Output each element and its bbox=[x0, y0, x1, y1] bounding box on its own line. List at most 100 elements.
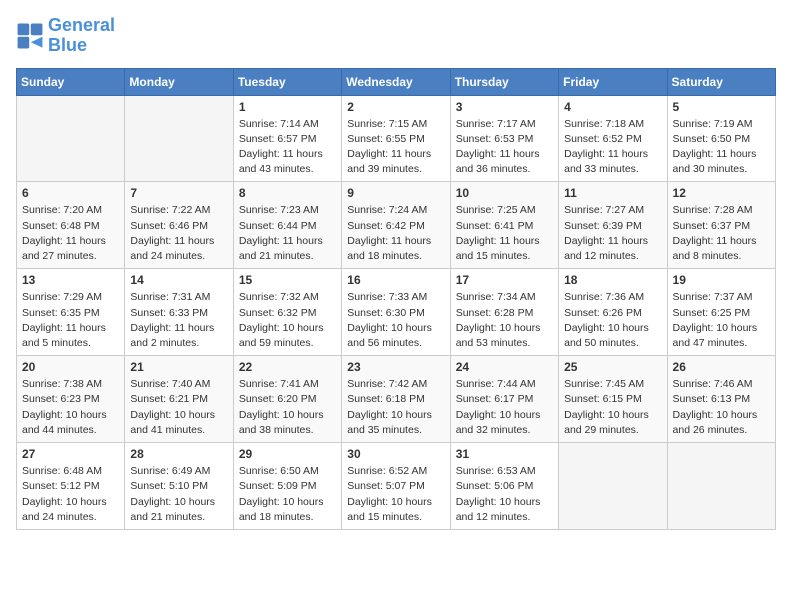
calendar-cell: 15Sunrise: 7:32 AM Sunset: 6:32 PM Dayli… bbox=[233, 269, 341, 356]
day-info: Sunrise: 7:44 AM Sunset: 6:17 PM Dayligh… bbox=[456, 377, 553, 438]
calendar-cell: 19 Sunrise: 7:37 AM Sunset: 6:25 PM Dayli… bbox=[667, 269, 775, 356]
day-info: Sunrise: 7:28 AM Sunset: 6:37 PM Dayligh… bbox=[673, 203, 770, 264]
day-number: 31 bbox=[456, 447, 553, 461]
calendar-cell bbox=[125, 95, 233, 182]
calendar-cell: 24 Sunrise: 7:44 AM Sunset: 6:17 PM Dayli… bbox=[450, 356, 558, 443]
day-of-week-header: Saturday bbox=[667, 68, 775, 95]
calendar-cell: 16Sunrise: 7:33 AM Sunset: 6:30 PM Dayli… bbox=[342, 269, 450, 356]
day-info: Sunrise: 7:22 AM Sunset: 6:46 PM Dayligh… bbox=[130, 203, 227, 264]
calendar-cell: 4 Sunrise: 7:18 AM Sunset: 6:52 PM Daylig… bbox=[559, 95, 667, 182]
day-number: 21 bbox=[130, 360, 227, 374]
logo-text: General bbox=[48, 16, 115, 36]
day-info: Sunrise: 7:27 AM Sunset: 6:39 PM Dayligh… bbox=[564, 203, 661, 264]
day-info: Sunrise: 7:18 AM Sunset: 6:52 PM Dayligh… bbox=[564, 117, 661, 178]
day-number: 17 bbox=[456, 273, 553, 287]
day-info: Sunrise: 7:29 AM Sunset: 6:35 PM Dayligh… bbox=[22, 290, 119, 351]
day-number: 22 bbox=[239, 360, 336, 374]
day-info: Sunrise: 6:50 AM Sunset: 5:09 PM Dayligh… bbox=[239, 464, 336, 525]
day-number: 2 bbox=[347, 100, 444, 114]
calendar-cell: 26 Sunrise: 7:46 AM Sunset: 6:13 PM Dayli… bbox=[667, 356, 775, 443]
day-of-week-header: Friday bbox=[559, 68, 667, 95]
day-info: Sunrise: 7:40 AM Sunset: 6:21 PM Dayligh… bbox=[130, 377, 227, 438]
calendar-cell: 8Sunrise: 7:23 AM Sunset: 6:44 PM Daylig… bbox=[233, 182, 341, 269]
page-header: General Blue bbox=[16, 16, 776, 56]
day-info: Sunrise: 7:15 AM Sunset: 6:55 PM Dayligh… bbox=[347, 117, 444, 178]
logo: General Blue bbox=[16, 16, 115, 56]
day-number: 3 bbox=[456, 100, 553, 114]
day-number: 6 bbox=[22, 186, 119, 200]
day-number: 28 bbox=[130, 447, 227, 461]
day-number: 12 bbox=[673, 186, 770, 200]
calendar-cell: 22 Sunrise: 7:41 AM Sunset: 6:20 PM Dayli… bbox=[233, 356, 341, 443]
day-info: Sunrise: 7:34 AM Sunset: 6:28 PM Dayligh… bbox=[456, 290, 553, 351]
day-info: Sunrise: 6:53 AM Sunset: 5:06 PM Dayligh… bbox=[456, 464, 553, 525]
calendar-cell bbox=[17, 95, 125, 182]
day-info: Sunrise: 7:46 AM Sunset: 6:13 PM Dayligh… bbox=[673, 377, 770, 438]
calendar-cell: 18 Sunrise: 7:36 AM Sunset: 6:26 PM Dayli… bbox=[559, 269, 667, 356]
calendar-cell: 27Sunrise: 6:48 AM Sunset: 5:12 PM Dayli… bbox=[17, 443, 125, 530]
day-info: Sunrise: 7:24 AM Sunset: 6:42 PM Dayligh… bbox=[347, 203, 444, 264]
day-info: Sunrise: 7:17 AM Sunset: 6:53 PM Dayligh… bbox=[456, 117, 553, 178]
calendar-cell: 11 Sunrise: 7:27 AM Sunset: 6:39 PM Dayli… bbox=[559, 182, 667, 269]
calendar-cell: 25 Sunrise: 7:45 AM Sunset: 6:15 PM Dayli… bbox=[559, 356, 667, 443]
day-number: 16 bbox=[347, 273, 444, 287]
calendar-cell: 2 Sunrise: 7:15 AM Sunset: 6:55 PM Daylig… bbox=[342, 95, 450, 182]
calendar-cell: 5Sunrise: 7:19 AM Sunset: 6:50 PM Daylig… bbox=[667, 95, 775, 182]
calendar-header-row: SundayMondayTuesdayWednesdayThursdayFrid… bbox=[17, 68, 776, 95]
day-number: 24 bbox=[456, 360, 553, 374]
logo-text2: Blue bbox=[48, 36, 115, 56]
calendar-week-row: 20 Sunrise: 7:38 AM Sunset: 6:23 PM Dayli… bbox=[17, 356, 776, 443]
calendar-cell: 30Sunrise: 6:52 AM Sunset: 5:07 PM Dayli… bbox=[342, 443, 450, 530]
day-number: 15 bbox=[239, 273, 336, 287]
day-number: 10 bbox=[456, 186, 553, 200]
calendar-cell bbox=[559, 443, 667, 530]
calendar-cell: 21 Sunrise: 7:40 AM Sunset: 6:21 PM Dayli… bbox=[125, 356, 233, 443]
day-of-week-header: Wednesday bbox=[342, 68, 450, 95]
calendar-cell bbox=[667, 443, 775, 530]
day-number: 25 bbox=[564, 360, 661, 374]
calendar-cell: 6 Sunrise: 7:20 AM Sunset: 6:48 PM Daylig… bbox=[17, 182, 125, 269]
day-info: Sunrise: 7:25 AM Sunset: 6:41 PM Dayligh… bbox=[456, 203, 553, 264]
calendar-week-row: 13 Sunrise: 7:29 AM Sunset: 6:35 PM Dayli… bbox=[17, 269, 776, 356]
day-info: Sunrise: 6:52 AM Sunset: 5:07 PM Dayligh… bbox=[347, 464, 444, 525]
day-info: Sunrise: 7:20 AM Sunset: 6:48 PM Dayligh… bbox=[22, 203, 119, 264]
day-number: 19 bbox=[673, 273, 770, 287]
calendar-cell: 12 Sunrise: 7:28 AM Sunset: 6:37 PM Dayli… bbox=[667, 182, 775, 269]
day-of-week-header: Sunday bbox=[17, 68, 125, 95]
day-number: 13 bbox=[22, 273, 119, 287]
day-info: Sunrise: 7:45 AM Sunset: 6:15 PM Dayligh… bbox=[564, 377, 661, 438]
day-info: Sunrise: 7:42 AM Sunset: 6:18 PM Dayligh… bbox=[347, 377, 444, 438]
calendar-week-row: 6 Sunrise: 7:20 AM Sunset: 6:48 PM Daylig… bbox=[17, 182, 776, 269]
day-number: 20 bbox=[22, 360, 119, 374]
day-of-week-header: Tuesday bbox=[233, 68, 341, 95]
calendar-cell: 10 Sunrise: 7:25 AM Sunset: 6:41 PM Dayli… bbox=[450, 182, 558, 269]
day-number: 1 bbox=[239, 100, 336, 114]
day-of-week-header: Thursday bbox=[450, 68, 558, 95]
calendar-cell: 9 Sunrise: 7:24 AM Sunset: 6:42 PM Daylig… bbox=[342, 182, 450, 269]
calendar-table: SundayMondayTuesdayWednesdayThursdayFrid… bbox=[16, 68, 776, 530]
calendar-week-row: 1 Sunrise: 7:14 AM Sunset: 6:57 PM Daylig… bbox=[17, 95, 776, 182]
day-info: Sunrise: 7:14 AM Sunset: 6:57 PM Dayligh… bbox=[239, 117, 336, 178]
logo-icon bbox=[16, 22, 44, 50]
day-number: 11 bbox=[564, 186, 661, 200]
day-number: 5 bbox=[673, 100, 770, 114]
calendar-cell: 14Sunrise: 7:31 AM Sunset: 6:33 PM Dayli… bbox=[125, 269, 233, 356]
day-number: 4 bbox=[564, 100, 661, 114]
day-number: 26 bbox=[673, 360, 770, 374]
calendar-week-row: 27Sunrise: 6:48 AM Sunset: 5:12 PM Dayli… bbox=[17, 443, 776, 530]
day-info: Sunrise: 7:38 AM Sunset: 6:23 PM Dayligh… bbox=[22, 377, 119, 438]
day-info: Sunrise: 7:37 AM Sunset: 6:25 PM Dayligh… bbox=[673, 290, 770, 351]
day-info: Sunrise: 7:41 AM Sunset: 6:20 PM Dayligh… bbox=[239, 377, 336, 438]
day-info: Sunrise: 7:36 AM Sunset: 6:26 PM Dayligh… bbox=[564, 290, 661, 351]
day-number: 9 bbox=[347, 186, 444, 200]
calendar-cell: 20 Sunrise: 7:38 AM Sunset: 6:23 PM Dayli… bbox=[17, 356, 125, 443]
day-number: 23 bbox=[347, 360, 444, 374]
day-number: 29 bbox=[239, 447, 336, 461]
day-number: 18 bbox=[564, 273, 661, 287]
calendar-cell: 7 Sunrise: 7:22 AM Sunset: 6:46 PM Daylig… bbox=[125, 182, 233, 269]
calendar-cell: 1 Sunrise: 7:14 AM Sunset: 6:57 PM Daylig… bbox=[233, 95, 341, 182]
calendar-cell: 31 Sunrise: 6:53 AM Sunset: 5:06 PM Dayli… bbox=[450, 443, 558, 530]
day-number: 7 bbox=[130, 186, 227, 200]
day-of-week-header: Monday bbox=[125, 68, 233, 95]
calendar-cell: 28Sunrise: 6:49 AM Sunset: 5:10 PM Dayli… bbox=[125, 443, 233, 530]
